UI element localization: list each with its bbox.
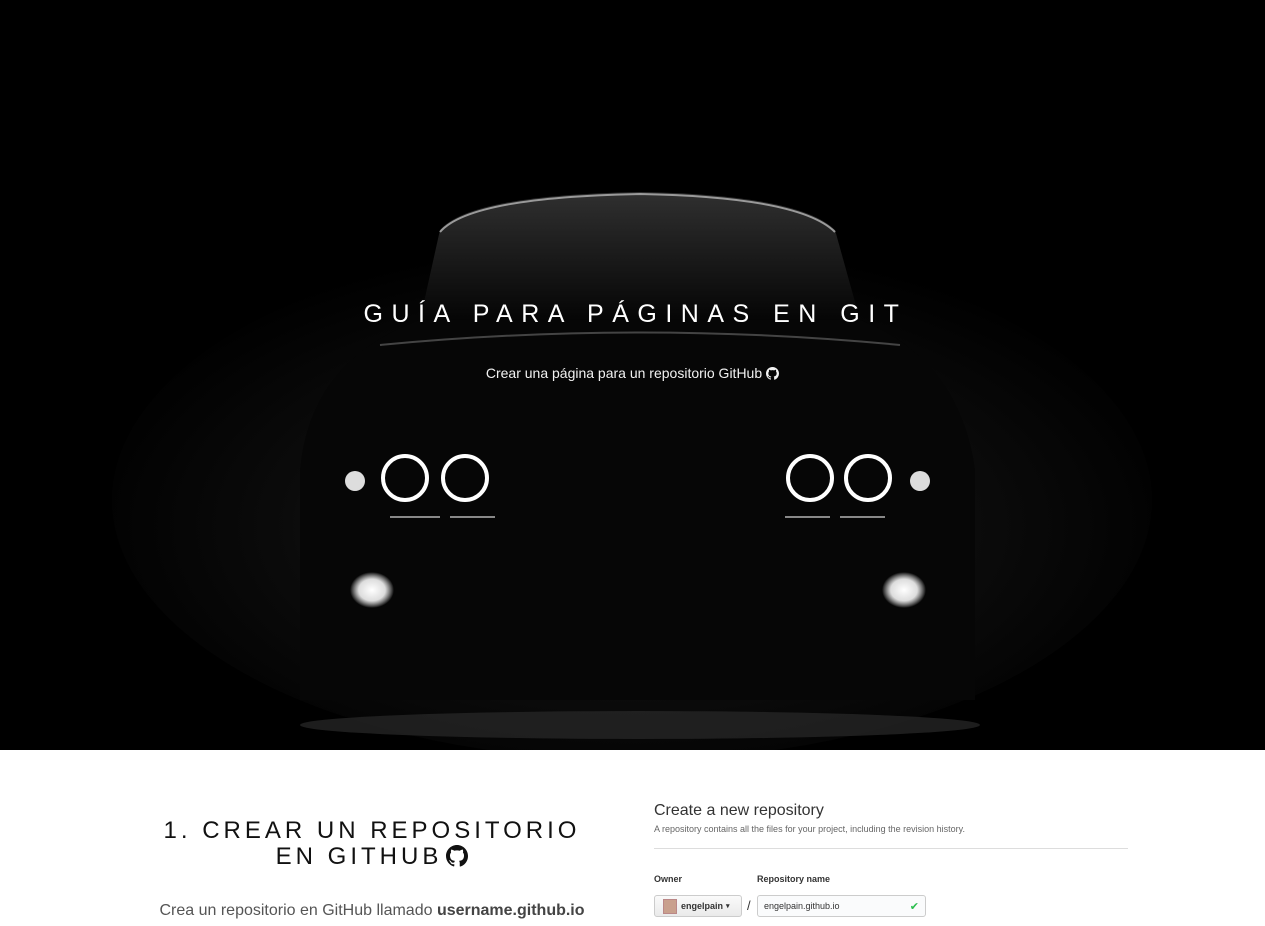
- hero-subtitle-text: Crear una página para un repositorio Git…: [485, 365, 763, 381]
- slash-separator: /: [747, 898, 751, 913]
- github-icon: [766, 367, 780, 383]
- screenshot-divider: [654, 848, 1128, 849]
- check-icon: ✔: [909, 901, 919, 913]
- hero-title: Guía para páginas en Git: [363, 300, 908, 328]
- create-repo-screenshot: Create a new repository A repository con…: [654, 802, 1128, 917]
- repo-name-value: engelpain.github.io: [764, 901, 840, 911]
- avatar: [663, 898, 677, 914]
- hero-section: Guía para páginas en Git Crear una págin…: [0, 0, 1265, 750]
- owner-dropdown: engelpain ▾: [654, 895, 742, 917]
- step-1-title-line2: en GitHub: [275, 843, 443, 870]
- screenshot-description: A repository contains all the files for …: [654, 824, 965, 834]
- step-1-title-line1: 1. Crear un repositorio: [163, 817, 581, 844]
- step-1-title: 1. Crear un repositorio en GitHub: [130, 818, 614, 873]
- caret-down-icon: ▾: [726, 903, 730, 910]
- step-1-text-prefix: Crea un repositorio en GitHub llamado: [159, 902, 437, 919]
- repo-name-label: Repository name: [757, 874, 831, 884]
- step-1-text-username: username.github.io: [436, 902, 585, 919]
- step-1-text: Crea un repositorio en GitHub llamado us…: [130, 902, 614, 920]
- repo-name-field: engelpain.github.io ✔: [757, 895, 926, 917]
- hero-subtitle: Crear una página para un repositorio Git…: [0, 365, 1265, 383]
- screenshot-heading: Create a new repository: [654, 802, 824, 819]
- screenshot-labels: Owner Repository name: [654, 874, 1128, 886]
- owner-label: Owner: [654, 874, 683, 884]
- github-icon: [446, 845, 469, 873]
- step-1-section: 1. Crear un repositorio en GitHub Crea u…: [0, 750, 1265, 926]
- owner-value: engelpain: [681, 901, 724, 911]
